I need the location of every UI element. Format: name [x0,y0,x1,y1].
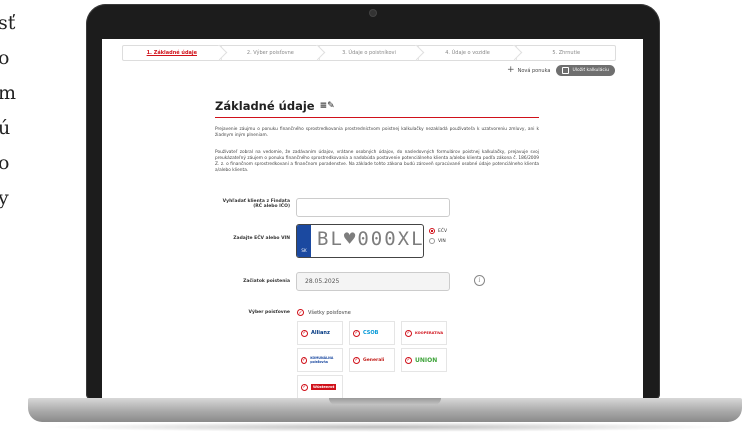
new-offer-button[interactable]: + Nová ponuka [507,66,550,75]
side-text-line: o [0,152,10,174]
side-text-line: y [0,187,9,209]
side-text-line: sť [0,12,16,34]
search-client-label: Vyhľadať klienta z Findata (RČ alebo IČO… [222,199,290,209]
checkmark-icon: ✓ [297,309,304,316]
checkmark-icon: ✓ [353,356,360,364]
allianz-logo: Allianz [311,330,330,336]
info-icon[interactable]: i [474,275,485,286]
insurer-card-csob[interactable]: ✓ CSOB [349,321,395,345]
komunalna-logo: KOMUNÁLNA poisťovňa [310,356,334,364]
side-text-line: o [0,47,10,69]
radio-checked-icon [429,228,435,234]
step-4-vehicle[interactable]: 4. Údaje o vozidle [419,44,523,61]
page-title-text: Základné údaje [215,99,315,113]
checkmark-icon: ✓ [353,329,360,337]
union-logo: UNION [415,356,438,364]
generali-logo: Generali [363,357,385,363]
checkmark-icon: ✓ [405,356,412,364]
new-offer-label: Nová ponuka [517,67,551,74]
radio-ecv[interactable]: EČV [429,228,447,234]
start-date-value: 28.05.2025 [305,278,340,285]
insurer-card-allianz[interactable]: ✓ Allianz [297,321,343,345]
insurer-card-wustenrot[interactable]: ✓ Wüstenrot [297,375,343,399]
laptop-screen: 1. Základné údaje 2. Výber poisťovne 3. … [102,39,643,400]
radio-unchecked-icon [429,238,435,244]
step-2-insurer[interactable]: 2. Výber poisťovne [222,44,326,61]
consent-paragraph-2: Používateľ zobral na vedomie, že zadávan… [215,150,539,173]
laptop-base-notch [329,398,441,405]
insurer-card-union[interactable]: ✓ UNION [401,348,447,372]
laptop-lid: 1. Základné údaje 2. Výber poisťovne 3. … [86,4,660,400]
top-actions: + Nová ponuka Uložiť kalkuláciu [507,65,615,76]
insurer-card-kooperativa[interactable]: ✓ KOOPERATIVA [401,321,447,345]
laptop-base [28,398,742,422]
csob-logo: CSOB [363,330,379,336]
plate-number: BL♥000XL [317,228,424,250]
step-3-policyholder[interactable]: 3. Údaje o poistníkovi [320,44,425,61]
step-1-basic-data[interactable]: 1. Základné údaje [123,44,227,61]
plus-icon: + [507,65,515,75]
page-title: Základné údaje ≡✎ [215,99,335,113]
search-client-input[interactable] [296,198,450,217]
license-plate-input[interactable]: SK BL♥000XL [296,224,424,258]
list-edit-icon: ≡✎ [319,101,335,111]
insurer-select-label: Výber poisťovne [248,310,290,315]
kooperativa-logo: KOOPERATIVA [415,331,444,335]
checkmark-icon: ✓ [405,329,412,337]
checkmark-icon: ✓ [301,383,308,391]
insurer-card-komunalna[interactable]: ✓ KOMUNÁLNA poisťovňa [297,348,343,372]
side-text-line: m [0,82,17,104]
wustenrot-logo: Wüstenrot [311,384,337,390]
start-date-label: Začiatok poistenia [243,279,290,284]
save-icon [562,67,570,74]
consent-paragraph-1: Prejavenie záujmu o ponuku finančného sp… [215,127,539,138]
save-calculation-button[interactable]: Uložiť kalkuláciu [556,65,615,76]
all-insurers-checkbox[interactable]: ✓ Všetky poisťovne [297,309,351,316]
ecv-label: Zadajte EČV alebo VIN [233,236,290,241]
title-divider [215,117,539,118]
checkmark-icon: ✓ [301,356,308,364]
step-progress-bar: 1. Základné údaje 2. Výber poisťovne 3. … [122,44,616,61]
insurer-card-generali[interactable]: ✓ Generali [349,348,395,372]
webcam-icon [370,10,376,16]
eu-plate-badge: SK [297,225,311,257]
save-calculation-label: Uložiť kalkuláciu [572,68,609,73]
laptop-shadow [40,422,730,432]
step-5-summary[interactable]: 5. Zhrnutie [517,46,615,60]
radio-vin[interactable]: VIN [429,238,447,244]
plate-type-radio-group: EČV VIN [429,228,447,248]
checkmark-icon: ✓ [301,329,308,337]
side-text-line: ú [0,117,11,139]
